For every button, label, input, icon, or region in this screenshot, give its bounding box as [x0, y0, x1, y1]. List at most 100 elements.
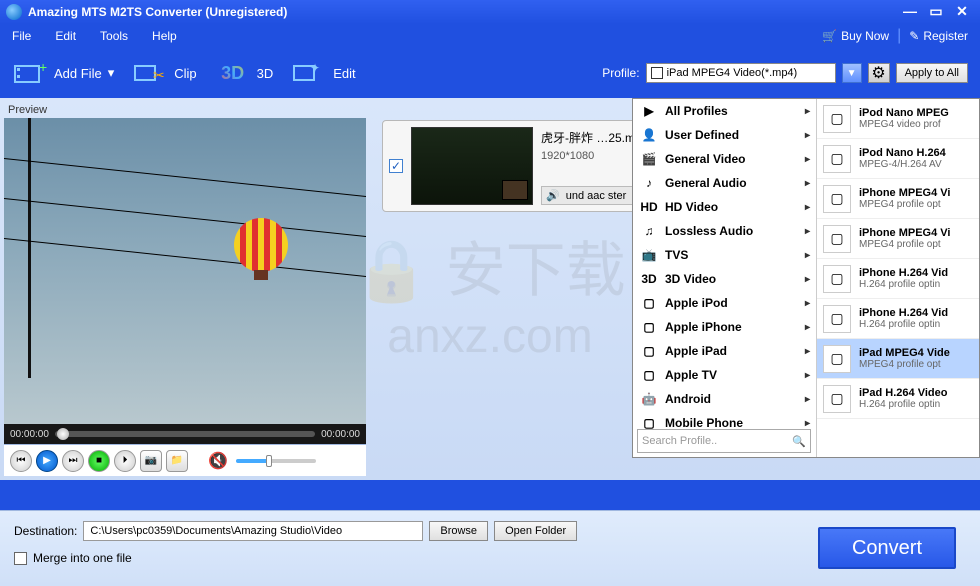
- arrow-right-icon: ▸: [805, 370, 810, 381]
- category-item[interactable]: 🎬General Video▸: [633, 147, 816, 171]
- profile-box-icon: [651, 67, 663, 79]
- search-profile-input[interactable]: Search Profile.. 🔍: [637, 429, 811, 453]
- svg-text:✂: ✂: [153, 67, 165, 83]
- device-icon: ▢: [823, 345, 851, 373]
- seek-slider[interactable]: [55, 431, 315, 437]
- menu-file[interactable]: File: [12, 29, 31, 43]
- category-icon: 🎬: [641, 151, 657, 167]
- category-item[interactable]: 👤User Defined▸: [633, 123, 816, 147]
- profile-item[interactable]: ▢iPod Nano H.264MPEG-4/H.264 AV: [817, 139, 979, 179]
- menu-help[interactable]: Help: [152, 29, 177, 43]
- file-checkbox[interactable]: ✓: [389, 159, 403, 173]
- arrow-right-icon: ▸: [805, 394, 810, 405]
- category-icon: 👤: [641, 127, 657, 143]
- category-item[interactable]: HDHD Video▸: [633, 195, 816, 219]
- register-button[interactable]: ✎Register: [909, 29, 968, 43]
- arrow-right-icon: ▸: [805, 250, 810, 261]
- volume-slider[interactable]: [236, 459, 316, 463]
- device-icon: ▢: [823, 225, 851, 253]
- time-current: 00:00:00: [10, 429, 49, 440]
- category-item[interactable]: 🤖Android▸: [633, 387, 816, 411]
- category-item[interactable]: ▢Apple iPad▸: [633, 339, 816, 363]
- snapshot-button[interactable]: 📷: [140, 450, 162, 472]
- category-item[interactable]: 3D3D Video▸: [633, 267, 816, 291]
- profile-item[interactable]: ▢iPod Nano MPEGMPEG4 video prof: [817, 99, 979, 139]
- stop-button[interactable]: ■: [88, 450, 110, 472]
- settings-button[interactable]: ⚙: [868, 63, 890, 83]
- category-item[interactable]: ♫Lossless Audio▸: [633, 219, 816, 243]
- arrow-right-icon: ▸: [805, 418, 810, 429]
- buy-now-button[interactable]: 🛒Buy Now: [822, 29, 889, 43]
- category-icon: ▢: [641, 319, 657, 335]
- file-thumbnail: [411, 127, 533, 205]
- category-icon: ▢: [641, 343, 657, 359]
- category-item[interactable]: ▶All Profiles▸: [633, 99, 816, 123]
- balloon-image: [234, 218, 288, 272]
- player-controls: ⏮ ▶ ⏭ ■ ⏵ 📷 📁 🔇: [4, 444, 366, 476]
- folder-button[interactable]: 📁: [166, 450, 188, 472]
- arrow-right-icon: ▸: [805, 298, 810, 309]
- category-item[interactable]: ▢Apple iPhone▸: [633, 315, 816, 339]
- key-icon: ✎: [909, 29, 919, 43]
- category-item[interactable]: 📺TVS▸: [633, 243, 816, 267]
- step-fwd-button[interactable]: ⏵: [114, 450, 136, 472]
- category-item[interactable]: ▢Apple TV▸: [633, 363, 816, 387]
- category-icon: HD: [641, 199, 657, 215]
- preview-video[interactable]: [4, 118, 366, 424]
- device-icon: ▢: [823, 305, 851, 333]
- profile-item[interactable]: ▢iPad MPEG4 VideMPEG4 profile opt: [817, 339, 979, 379]
- category-icon: ▢: [641, 367, 657, 383]
- profile-label: Profile:: [602, 66, 639, 80]
- open-folder-button[interactable]: Open Folder: [494, 521, 577, 541]
- menu-edit[interactable]: Edit: [55, 29, 76, 43]
- device-icon: ▢: [823, 145, 851, 173]
- menu-bar: File Edit Tools Help 🛒Buy Now | ✎Registe…: [0, 24, 980, 48]
- arrow-right-icon: ▸: [805, 322, 810, 333]
- arrow-right-icon: ▸: [805, 154, 810, 165]
- device-icon: ▢: [823, 265, 851, 293]
- browse-button[interactable]: Browse: [429, 521, 488, 541]
- menu-tools[interactable]: Tools: [100, 29, 128, 43]
- category-list: ▶All Profiles▸👤User Defined▸🎬General Vid…: [633, 99, 817, 457]
- profile-item[interactable]: ▢iPhone H.264 VidH.264 profile optin: [817, 259, 979, 299]
- mute-icon[interactable]: 🔇: [208, 451, 228, 471]
- profile-value: iPad MPEG4 Video(*.mp4): [667, 67, 798, 79]
- 3d-icon: 3D: [215, 59, 251, 87]
- gear-icon: ⚙: [871, 63, 885, 83]
- close-button[interactable]: ✕: [950, 4, 974, 20]
- profile-item[interactable]: ▢iPhone MPEG4 ViMPEG4 profile opt: [817, 179, 979, 219]
- toolbar: + Add File ▾ ✂ Clip 3D 3D ✦ Edit Profile…: [0, 48, 980, 98]
- apply-to-all-button[interactable]: Apply to All: [896, 63, 968, 83]
- destination-label: Destination:: [14, 524, 77, 538]
- time-total: 00:00:00: [321, 429, 360, 440]
- category-item[interactable]: ♪General Audio▸: [633, 171, 816, 195]
- minimize-button[interactable]: —: [898, 4, 922, 20]
- device-icon: ▢: [823, 105, 851, 133]
- maximize-button[interactable]: ▭: [924, 4, 948, 20]
- convert-button[interactable]: Convert: [818, 527, 956, 569]
- profile-item[interactable]: ▢iPhone H.264 VidH.264 profile optin: [817, 299, 979, 339]
- profile-item[interactable]: ▢iPhone MPEG4 ViMPEG4 profile opt: [817, 219, 979, 259]
- play-button[interactable]: ▶: [36, 450, 58, 472]
- destination-input[interactable]: [83, 521, 423, 541]
- cart-icon: 🛒: [822, 29, 837, 43]
- add-file-button[interactable]: + Add File ▾: [12, 59, 114, 87]
- merge-checkbox[interactable]: [14, 552, 27, 565]
- clip-button[interactable]: ✂ Clip: [132, 59, 196, 87]
- device-icon: ▢: [823, 385, 851, 413]
- category-item[interactable]: ▢Apple iPod▸: [633, 291, 816, 315]
- 3d-button[interactable]: 3D 3D: [215, 59, 274, 87]
- preview-panel: Preview 00:00:00 00:00:00 ⏮ ▶ ⏭ ■ ⏵ 📷 📁 …: [4, 102, 366, 476]
- edit-button[interactable]: ✦ Edit: [291, 59, 355, 87]
- category-icon: ▢: [641, 295, 657, 311]
- time-bar: 00:00:00 00:00:00: [4, 424, 366, 444]
- category-icon: 📺: [641, 247, 657, 263]
- title-bar: Amazing MTS M2TS Converter (Unregistered…: [0, 0, 980, 24]
- profile-item[interactable]: ▢iPad H.264 VideoH.264 profile optin: [817, 379, 979, 419]
- profile-dropdown-button[interactable]: ▼: [842, 63, 862, 83]
- profile-select[interactable]: iPad MPEG4 Video(*.mp4): [646, 63, 836, 83]
- prev-button[interactable]: ⏮: [10, 450, 32, 472]
- svg-text:✦: ✦: [310, 61, 320, 75]
- separator: |: [897, 27, 901, 45]
- next-button[interactable]: ⏭: [62, 450, 84, 472]
